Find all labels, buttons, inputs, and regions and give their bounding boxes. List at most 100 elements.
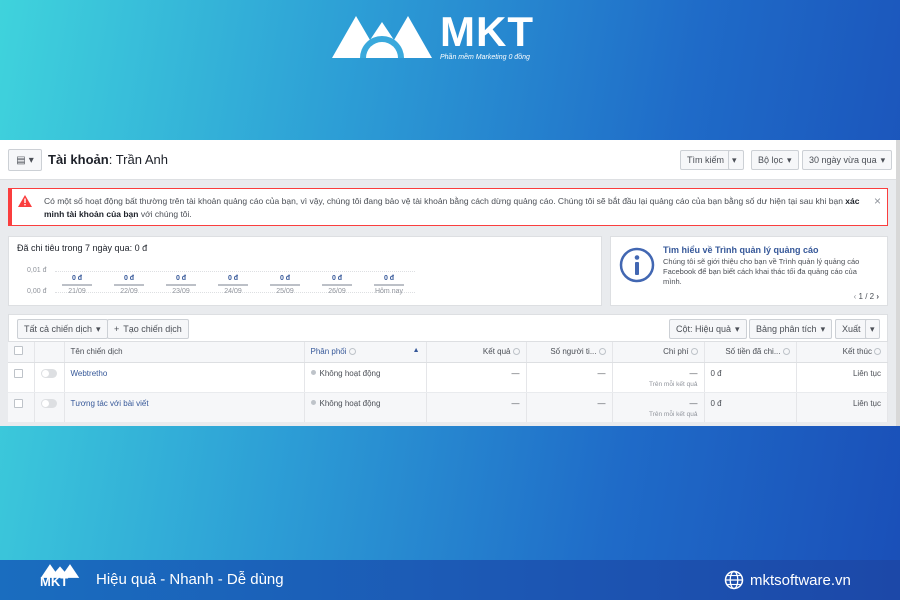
export-button[interactable]: Xuất (835, 319, 868, 339)
col-cost[interactable]: Chi phí (612, 342, 705, 363)
row-toggle-cell[interactable] (34, 392, 65, 423)
export-dropdown-button[interactable]: ▾ (865, 319, 880, 339)
tips-title[interactable]: Tìm hiểu về Trình quản lý quảng cáo (663, 245, 819, 255)
col-delivery[interactable]: Phân phối ▲ (304, 342, 427, 363)
spend-day-value: 0 đ (331, 275, 343, 282)
website-label: mktsoftware.vn (750, 571, 851, 589)
cost-cell: — Trên mỗi kết quả (612, 392, 705, 423)
col-results[interactable]: Kết quả (426, 342, 527, 363)
all-campaigns-button[interactable]: Tất cả chiến dịch ▾ (17, 319, 108, 339)
ends-value: Liên tục (852, 368, 881, 378)
mountain-logo-icon (332, 16, 432, 58)
spend-summary-card: Đã chi tiêu trong 7 ngày qua: 0 đ 0,01 đ… (8, 236, 602, 306)
select-all-checkbox[interactable] (14, 346, 23, 356)
account-selector[interactable]: ▤ ▾ (8, 149, 42, 171)
all-campaigns-label: Tất cả chiến dịch (24, 324, 93, 334)
help-icon[interactable] (782, 348, 790, 356)
table-header-row: Tên chiến dịch Phân phối ▲ Kết quả Số ngư… (8, 342, 888, 363)
campaign-name-cell: Tương tác với bài viết (64, 392, 305, 423)
filter-label: Bộ lọc (758, 155, 784, 165)
help-icon[interactable] (690, 348, 698, 356)
alert-text-part2: với chúng tôi. (140, 209, 192, 219)
breakdown-button[interactable]: Bảng phân tích ▾ (749, 319, 833, 339)
delivery-cell: Không hoạt động (304, 362, 427, 393)
row-checkbox-cell[interactable] (8, 362, 35, 393)
spend-day-date: 23/09 (172, 288, 190, 295)
spend-day-bar (322, 284, 352, 286)
chevron-right-icon[interactable]: › (876, 292, 879, 301)
reach-value: — (597, 398, 606, 408)
spend-day-bar (62, 284, 92, 286)
ads-manager-panel: ▤ ▾ Tài khoản: Trần Anh Tìm kiếm ▾ Bộ lọc… (0, 140, 900, 426)
spend-day-value: 0 đ (175, 275, 187, 282)
row-toggle-cell[interactable] (34, 362, 65, 393)
col-cost-label: Chi phí (663, 347, 689, 357)
col-ends[interactable]: Kết thúc (796, 342, 888, 363)
ends-value: Liên tục (852, 398, 881, 408)
row-checkbox-cell[interactable] (8, 392, 35, 423)
spend-day-date: Hôm nay (374, 288, 403, 295)
help-icon[interactable] (512, 348, 520, 356)
spent-cell: 0 đ (704, 362, 797, 393)
table-icon: ▤ (16, 154, 26, 166)
search-button[interactable]: Tìm kiếm (680, 150, 731, 170)
spend-day-column: 0 đ 26/09 (317, 275, 357, 295)
columns-button[interactable]: Cột: Hiệu quả ▾ (669, 319, 747, 339)
ends-cell: Liên tục (796, 392, 888, 423)
chevron-left-icon[interactable]: ‹ (854, 292, 857, 301)
ends-cell: Liên tục (796, 362, 888, 393)
tips-body: Chúng tôi sẽ giới thiệu cho bạn về Trình… (663, 257, 860, 286)
col-amount-spent-label: Số tiền đã chi... (725, 347, 781, 357)
help-icon[interactable] (348, 348, 356, 356)
col-campaign-name[interactable]: Tên chiến dịch (64, 342, 305, 363)
col-reach[interactable]: Số người ti... (526, 342, 613, 363)
cost-cell: — Trên mỗi kết quả (612, 362, 705, 393)
spend-day-date: 25/09 (276, 288, 294, 295)
filter-button[interactable]: Bộ lọc ▾ (751, 150, 799, 170)
cost-value: — (689, 368, 698, 378)
status-dot (310, 369, 316, 375)
row-checkbox[interactable] (14, 368, 23, 378)
spend-day-value: 0 đ (383, 275, 395, 282)
cost-sub-label: Trên mỗi kết quả (648, 410, 698, 418)
campaigns-table: Tên chiến dịch Phân phối ▲ Kết quả Số ngư… (8, 342, 888, 423)
col-results-label: Kết quả (482, 347, 511, 357)
spend-day-column: 0 đ Hôm nay (369, 275, 409, 295)
account-label: Tài khoản (48, 152, 109, 167)
results-cell: — (426, 392, 527, 423)
spend-day-bar (218, 284, 248, 286)
caret-down-icon: ▾ (820, 323, 826, 334)
campaign-name-link[interactable]: Webtretho (71, 369, 108, 378)
date-range-button[interactable]: 30 ngày vừa qua ▾ (802, 150, 893, 170)
tips-page-number: 1 / 2 (858, 292, 875, 301)
spend-day-date: 21/09 (68, 288, 86, 295)
table-row[interactable]: Tương tác với bài viết Không hoạt động — — —… (8, 392, 888, 423)
columns-label: Cột: Hiệu quả (676, 324, 732, 334)
caret-down-icon: ▾ (787, 154, 792, 165)
row-checkbox[interactable] (14, 398, 23, 408)
footer-website[interactable]: mktsoftware.vn (724, 570, 851, 590)
campaign-toggle[interactable] (40, 368, 57, 378)
spend-day-bar (166, 284, 196, 286)
close-icon[interactable]: × (874, 194, 881, 208)
table-row[interactable]: Webtretho Không hoạt động — — — Trên mỗi kết … (8, 362, 888, 393)
create-campaign-button[interactable]: + Tạo chiến dịch (107, 319, 189, 339)
search-dropdown-button[interactable]: ▾ (728, 150, 744, 170)
col-amount-spent[interactable]: Số tiền đã chi... (704, 342, 797, 363)
results-cell: — (426, 362, 527, 393)
campaign-toggle[interactable] (40, 398, 57, 408)
brand-tagline: Phần mềm Marketing 0 đồng (440, 54, 530, 61)
scrollbar[interactable] (896, 140, 900, 426)
campaign-name-link[interactable]: Tương tác với bài viết (71, 399, 149, 408)
sort-up-icon[interactable]: ▲ (413, 347, 420, 354)
caret-down-icon: ▾ (870, 323, 875, 334)
help-icon[interactable] (598, 348, 606, 356)
toggle-header (34, 342, 65, 363)
help-icon[interactable] (874, 348, 881, 356)
info-icon (619, 247, 655, 283)
results-value: — (511, 398, 520, 408)
status-dot (310, 399, 316, 405)
cost-sub-label: Trên mỗi kết quả (648, 380, 698, 388)
brand-name: MKT (440, 8, 534, 55)
select-all-checkbox-cell[interactable] (8, 342, 35, 363)
